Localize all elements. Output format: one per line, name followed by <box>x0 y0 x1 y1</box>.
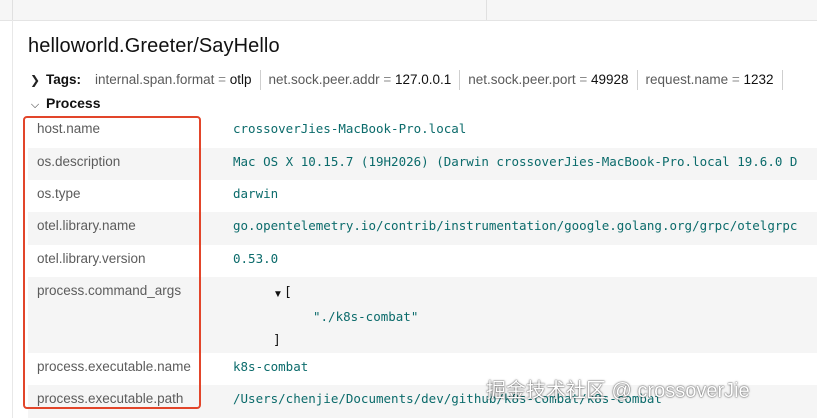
row-value: 0.53.0 <box>233 251 279 266</box>
row-key: os.description <box>37 154 121 169</box>
tag-equals: = <box>214 72 230 87</box>
json-open-bracket: [ <box>284 285 292 300</box>
tag-value: otlp <box>229 72 252 87</box>
tag-key: internal.span.format <box>95 72 215 87</box>
chevron-down-icon[interactable]: ⌵ <box>28 95 42 115</box>
tags-label: Tags: <box>46 72 82 87</box>
span-title: helloworld.Greeter/SayHello <box>28 35 280 57</box>
tag-item: net.sock.peer.addr = 127.0.0.1 <box>261 70 461 90</box>
tag-value: 127.0.0.1 <box>394 72 452 87</box>
table-row: otel.library.version 0.53.0 <box>28 245 817 277</box>
row-key: host.name <box>37 121 101 136</box>
row-key: process.command_args <box>37 283 182 298</box>
tag-value: 1232 <box>743 72 774 87</box>
table-row: os.type darwin <box>28 180 817 212</box>
tag-equals: = <box>379 72 395 87</box>
table-row: process.command_args ▼ [ "./k8s-combat" … <box>28 277 817 353</box>
json-array-viewer: ▼ [ "./k8s-combat" ] <box>273 285 573 355</box>
tag-key: net.sock.peer.port <box>468 72 576 87</box>
top-header-strip <box>0 0 817 21</box>
row-key: os.type <box>37 186 81 201</box>
json-array-item: "./k8s-combat" <box>313 309 419 324</box>
row-value: Mac OS X 10.15.7 (19H2026) (Darwin cross… <box>233 154 798 169</box>
row-key: otel.library.name <box>37 218 136 233</box>
table-row: host.name crossoverJies-MacBook-Pro.loca… <box>28 115 817 148</box>
tag-key: request.name <box>645 72 729 87</box>
tag-value: 49928 <box>591 72 629 87</box>
tag-equals: = <box>575 72 591 87</box>
tag-equals: = <box>728 72 744 87</box>
json-close-bracket: ] <box>273 333 281 348</box>
tag-item: net.sock.peer.port = 49928 <box>460 70 638 90</box>
header-cell-divider <box>486 0 487 20</box>
tags-section[interactable]: ❯ Tags: internal.span.format = otlp net.soc… <box>28 70 817 90</box>
caret-down-icon[interactable]: ▼ <box>273 289 283 300</box>
header-cell-left <box>0 0 13 20</box>
watermark: 掘金技术社区 @ crossoverJie <box>486 380 750 402</box>
process-section-toggle[interactable]: ⌵ Process <box>28 93 101 115</box>
tag-item: internal.span.format = otlp <box>87 70 261 90</box>
table-row: otel.library.name go.opentelemetry.io/co… <box>28 212 817 245</box>
process-label: Process <box>46 95 101 111</box>
table-row: os.description Mac OS X 10.15.7 (19H2026… <box>28 148 817 180</box>
tag-key: net.sock.peer.addr <box>268 72 380 87</box>
row-value: go.opentelemetry.io/contrib/instrumentat… <box>233 218 798 233</box>
chevron-right-icon[interactable]: ❯ <box>28 70 42 90</box>
row-value: k8s-combat <box>233 359 309 374</box>
row-key: process.executable.path <box>37 391 184 406</box>
left-gutter-line <box>12 20 13 418</box>
row-value: darwin <box>233 186 279 201</box>
row-value: crossoverJies-MacBook-Pro.local <box>233 121 467 136</box>
tag-item: request.name = 1232 <box>638 70 783 90</box>
row-key: process.executable.name <box>37 359 191 374</box>
process-table: host.name crossoverJies-MacBook-Pro.loca… <box>28 115 817 418</box>
row-key: otel.library.version <box>37 251 146 266</box>
